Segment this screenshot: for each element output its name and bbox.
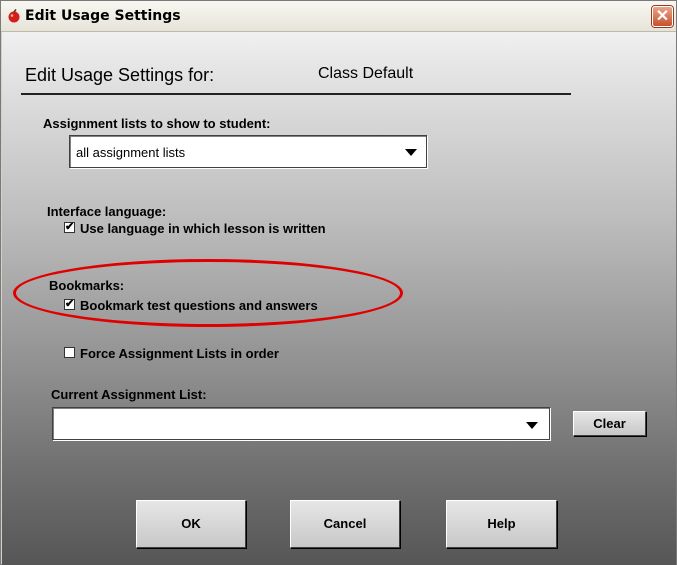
interface-language-checkbox[interactable]: ✔ <box>64 222 75 233</box>
assignment-lists-dropdown[interactable]: all assignment lists <box>69 135 427 168</box>
interface-language-option[interactable]: ✔ Use language in which lesson is writte… <box>64 221 364 237</box>
red-apple-icon <box>8 9 20 23</box>
bookmarks-checkbox-label: Bookmark test questions and answers <box>80 298 318 313</box>
settings-target: Class Default <box>318 65 414 82</box>
chevron-down-icon <box>405 149 417 156</box>
help-button[interactable]: Help <box>446 500 557 548</box>
current-list-label: Current Assignment List: <box>51 387 207 402</box>
bookmarks-checkbox[interactable]: ✔ <box>64 299 75 310</box>
close-button[interactable]: ✕ <box>652 6 673 27</box>
bookmarks-label: Bookmarks: <box>49 278 125 293</box>
chevron-down-icon <box>526 422 538 429</box>
assignment-lists-value: all assignment lists <box>76 145 186 160</box>
interface-language-checkbox-label: Use language in which lesson is written <box>80 221 326 236</box>
force-order-checkbox[interactable] <box>64 347 75 358</box>
edit-usage-settings-dialog: Edit Usage Settings ✕ Edit Usage Setting… <box>0 0 677 565</box>
clear-button[interactable]: Clear <box>573 411 646 436</box>
current-list-dropdown[interactable] <box>52 407 550 440</box>
force-order-option[interactable]: Force Assignment Lists in order <box>64 346 344 362</box>
force-order-checkbox-label: Force Assignment Lists in order <box>80 346 279 361</box>
window-title: Edit Usage Settings <box>25 8 181 24</box>
bookmarks-highlight-ellipse <box>13 259 403 327</box>
title-bar[interactable]: Edit Usage Settings ✕ <box>1 1 676 32</box>
close-icon: ✕ <box>655 8 670 25</box>
ok-button[interactable]: OK <box>136 500 246 548</box>
assignment-lists-label: Assignment lists to show to student: <box>43 116 271 131</box>
settings-heading: Edit Usage Settings for: <box>25 65 215 85</box>
interface-language-label: Interface language: <box>47 204 167 219</box>
bookmarks-option[interactable]: ✔ Bookmark test questions and answers <box>64 298 364 314</box>
header-divider <box>21 93 571 95</box>
cancel-button[interactable]: Cancel <box>290 500 400 548</box>
